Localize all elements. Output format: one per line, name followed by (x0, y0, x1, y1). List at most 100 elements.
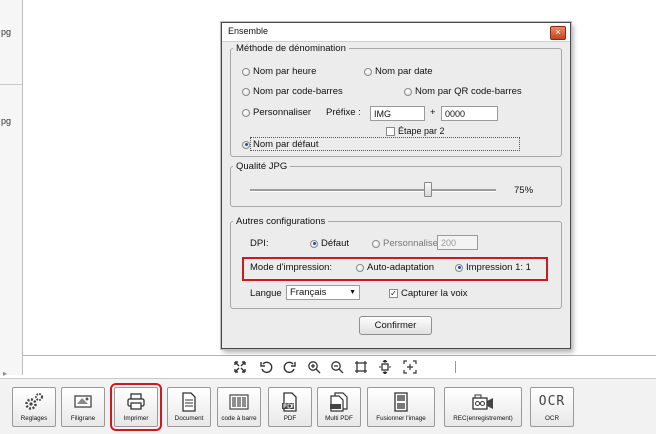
pdf-label: PDF (283, 415, 297, 422)
prefix-input[interactable]: IMG (370, 106, 425, 121)
radio-dot-selected (242, 140, 250, 149)
close-button[interactable]: × (550, 26, 566, 40)
reglages-button[interactable]: Reglages (12, 387, 56, 427)
actual-size-icon[interactable] (403, 360, 417, 374)
code-barre-button[interactable]: code à barre (217, 387, 261, 427)
multi-pdf-button[interactable]: Multi PDF (317, 387, 361, 427)
rotate-left-icon[interactable] (259, 360, 273, 374)
radio-dot (356, 263, 364, 272)
confirm-label: Confirmer (374, 320, 417, 331)
fusionner-image-label: Fusionner l'image (376, 415, 426, 422)
radio-label: Personnaliser (383, 238, 442, 249)
fusionner-image-button[interactable]: Fusionner l'image (367, 387, 435, 427)
print-mode-label: Mode d'impression: (250, 262, 333, 273)
code-barre-label: code à barre (221, 415, 257, 422)
dpi-custom-input[interactable]: 200 (437, 235, 478, 250)
confirm-button[interactable]: Confirmer (359, 316, 432, 335)
merge-image-icon (392, 391, 410, 412)
jpg-quality-slider-thumb[interactable] (423, 182, 432, 197)
radio-dot-selected (455, 263, 463, 272)
printer-icon (126, 391, 146, 412)
language-select[interactable]: Français ▼ (286, 285, 360, 300)
gears-icon (23, 391, 45, 412)
file-sidebar: pg pg ▸ (0, 0, 23, 378)
document-label: Document (174, 415, 204, 422)
zoom-in-icon[interactable] (307, 360, 321, 374)
dpi-label: DPI: (250, 238, 269, 249)
radio-name-by-barcode[interactable]: Nom par code-barres (242, 86, 343, 97)
imprimer-button[interactable]: Imprimer (110, 383, 162, 431)
filigrane-button[interactable]: Filigrane (61, 387, 105, 427)
bottom-toolbar: Reglages Filigrane Imprimer Document cod… (0, 378, 656, 434)
watermark-icon (73, 391, 93, 412)
rec-label: REC(enregistrement) (453, 415, 513, 422)
file-item[interactable]: pg (1, 27, 11, 37)
plus-sign: + (430, 107, 436, 118)
language-label: Langue (250, 288, 282, 299)
radio-dpi-custom[interactable]: Personnaliser (372, 238, 441, 249)
radio-print-one-to-one[interactable]: Impression 1: 1 (455, 262, 531, 273)
radio-label: Auto-adaptation (367, 262, 435, 273)
sidebar-expand-icon[interactable]: ▸ (3, 369, 7, 378)
checkbox-box (386, 126, 395, 136)
checkbox-label: Capturer la voix (401, 288, 468, 299)
radio-label: Personnaliser (253, 107, 312, 118)
radio-name-custom[interactable]: Personnaliser (242, 107, 311, 118)
naming-legend: Méthode de dénomination (236, 43, 346, 54)
jpg-quality-slider[interactable] (250, 189, 496, 192)
radio-label: Nom par date (375, 66, 433, 77)
fit-window-icon[interactable] (354, 360, 368, 374)
radio-dot (242, 87, 250, 96)
ocr-icon: OCR (538, 394, 566, 409)
imprimer-label: Imprimer (123, 415, 149, 422)
radio-label: Nom par défaut (253, 139, 319, 150)
record-camera-icon (471, 391, 495, 412)
radio-label: Impression 1: 1 (466, 262, 531, 273)
radio-name-by-time[interactable]: Nom par heure (242, 66, 316, 77)
checkbox-label: Étape par 2 (398, 126, 445, 136)
radio-dpi-default[interactable]: Défaut (310, 238, 349, 249)
document-button[interactable]: Document (167, 387, 211, 427)
radio-label: Nom par QR code-barres (415, 86, 522, 97)
radio-print-auto[interactable]: Auto-adaptation (356, 262, 434, 273)
language-value: Français (290, 287, 327, 298)
jpg-legend: Qualité JPG (236, 161, 288, 172)
sidebar-divider (0, 84, 22, 85)
number-input[interactable]: 0000 (441, 106, 498, 121)
radio-dot-selected (310, 239, 318, 248)
radio-dot (242, 67, 250, 76)
radio-label: Nom par code-barres (253, 86, 343, 97)
toolbar-separator (455, 361, 456, 373)
file-item[interactable]: pg (1, 116, 11, 126)
radio-name-default[interactable]: Nom par défaut (242, 139, 318, 150)
ocr-label: OCR (545, 415, 559, 422)
filigrane-label: Filigrane (70, 415, 96, 422)
multi-pdf-label: Multi PDF (325, 415, 353, 422)
radio-dot (404, 87, 412, 96)
multi-pdf-icon (328, 391, 350, 412)
fullscreen-icon[interactable] (233, 360, 247, 374)
dropdown-arrow-icon: ▼ (349, 289, 356, 296)
prefix-label: Préfixe : (326, 107, 361, 118)
rec-button[interactable]: REC(enregistrement) (444, 387, 522, 427)
checkbox-checked: ✓ (389, 289, 398, 298)
jpg-quality-value: 75% (514, 185, 534, 196)
view-toolbar (23, 355, 656, 378)
dialog-title: Ensemble (228, 26, 269, 36)
radio-name-by-date[interactable]: Nom par date (364, 66, 433, 77)
radio-dot (364, 67, 372, 76)
fit-height-icon[interactable] (378, 360, 392, 374)
barcode-icon (229, 391, 249, 412)
close-icon: × (555, 27, 561, 37)
step-checkbox[interactable]: Étape par 2 (386, 126, 445, 136)
pdf-icon (281, 391, 299, 412)
ocr-button[interactable]: OCR OCR (530, 387, 574, 427)
radio-name-by-qr[interactable]: Nom par QR code-barres (404, 86, 522, 97)
settings-dialog: Ensemble × Méthode de dénomination Nom p… (221, 22, 571, 349)
capture-voice-checkbox[interactable]: ✓ Capturer la voix (389, 288, 468, 299)
zoom-out-icon[interactable] (330, 360, 344, 374)
pdf-button[interactable]: PDF (268, 387, 312, 427)
radio-dot (372, 239, 380, 248)
rotate-right-icon[interactable] (283, 360, 297, 374)
reglages-label: Reglages (20, 415, 48, 422)
